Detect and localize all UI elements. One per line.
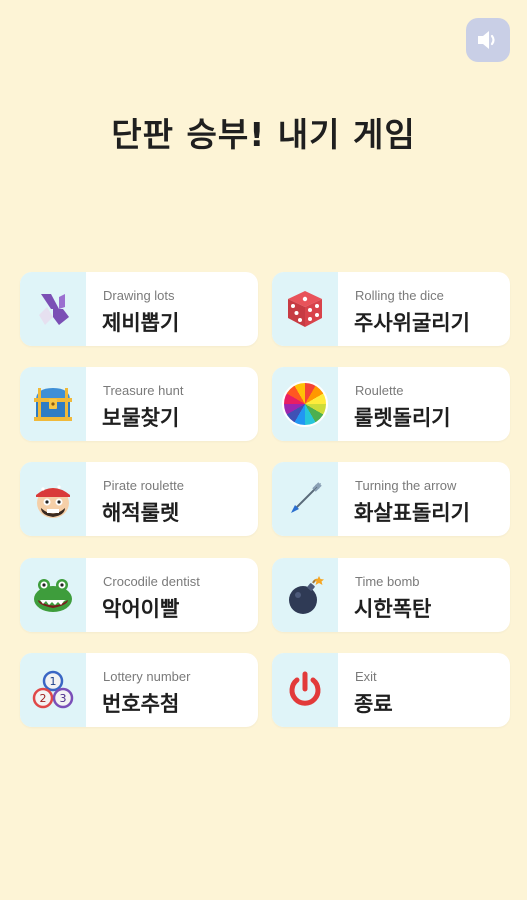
icon-container: [272, 272, 338, 346]
menu-item-korean-label: 룰렛돌리기: [354, 406, 451, 430]
menu-item-korean-label: 주사위굴리기: [354, 311, 470, 335]
power-icon: [289, 671, 321, 706]
crocodile-icon: [34, 579, 72, 612]
icon-container: [20, 367, 86, 441]
speaker-icon: [478, 31, 495, 49]
menu-item-korean-label: 해적룰렛: [102, 501, 180, 525]
arrow-icon: [291, 482, 322, 513]
icon-container: [272, 462, 338, 536]
icon-container: [20, 558, 86, 632]
menu-item-korean-label: 종료: [354, 692, 393, 716]
sound-toggle-button[interactable]: [466, 18, 510, 62]
roulette-wheel-icon: [282, 381, 328, 427]
menu-item-english-label: Rolling the dice: [355, 288, 444, 303]
menu-item-korean-label: 화살표돌리기: [354, 501, 470, 525]
pirate-icon: [36, 485, 70, 518]
menu-item-korean-label: 번호추첨: [102, 692, 180, 716]
icon-container: [272, 558, 338, 632]
menu-item-roulette[interactable]: Roulette 룰렛돌리기: [272, 367, 510, 441]
menu-item-english-label: Treasure hunt: [103, 383, 184, 398]
icon-container: [20, 462, 86, 536]
menu-item-korean-label: 제비뽑기: [102, 311, 180, 335]
menu-item-pirate-roulette[interactable]: Pirate roulette 해적룰렛: [20, 462, 258, 536]
menu-item-english-label: Exit: [355, 669, 377, 684]
menu-item-turning-arrow[interactable]: Turning the arrow 화살표돌리기: [272, 462, 510, 536]
menu-item-english-label: Time bomb: [355, 574, 420, 589]
menu-item-exit[interactable]: Exit 종료: [272, 653, 510, 727]
treasure-chest-icon: [34, 388, 72, 421]
menu-item-english-label: Drawing lots: [103, 288, 175, 303]
dice-icon: [288, 291, 322, 327]
lottery-ball-number: 1: [50, 675, 57, 688]
menu-item-english-label: Pirate roulette: [103, 478, 184, 493]
lottery-balls-icon: 1 2 3: [32, 670, 74, 709]
menu-item-english-label: Lottery number: [103, 669, 191, 684]
menu-item-korean-label: 악어이빨: [102, 597, 180, 621]
menu-item-drawing-lots[interactable]: Drawing lots 제비뽑기: [20, 272, 258, 346]
page-title: 단판 승부! 내기 게임: [111, 115, 416, 154]
menu-item-english-label: Roulette: [355, 383, 404, 398]
icon-container: [20, 272, 86, 346]
menu-item-english-label: Turning the arrow: [355, 478, 457, 493]
icon-container: [272, 653, 338, 727]
menu-item-crocodile-dentist[interactable]: Crocodile dentist 악어이빨: [20, 558, 258, 632]
lottery-ball-number: 2: [40, 692, 47, 705]
lots-icon: [39, 294, 69, 325]
bomb-icon: [289, 576, 324, 614]
menu-item-lottery-number[interactable]: 1 2 3 Lottery number 번호추첨: [20, 653, 258, 727]
icon-container: 1 2 3: [20, 653, 86, 727]
menu-item-treasure-hunt[interactable]: Treasure hunt 보물찾기: [20, 367, 258, 441]
menu-item-english-label: Crocodile dentist: [103, 574, 200, 589]
menu-item-korean-label: 보물찾기: [102, 406, 180, 430]
menu-item-time-bomb[interactable]: Time bomb 시한폭탄: [272, 558, 510, 632]
icon-container: [272, 367, 338, 441]
lottery-ball-number: 3: [60, 692, 67, 705]
menu-item-korean-label: 시한폭탄: [354, 597, 432, 621]
menu-item-rolling-dice[interactable]: Rolling the dice 주사위굴리기: [272, 272, 510, 346]
